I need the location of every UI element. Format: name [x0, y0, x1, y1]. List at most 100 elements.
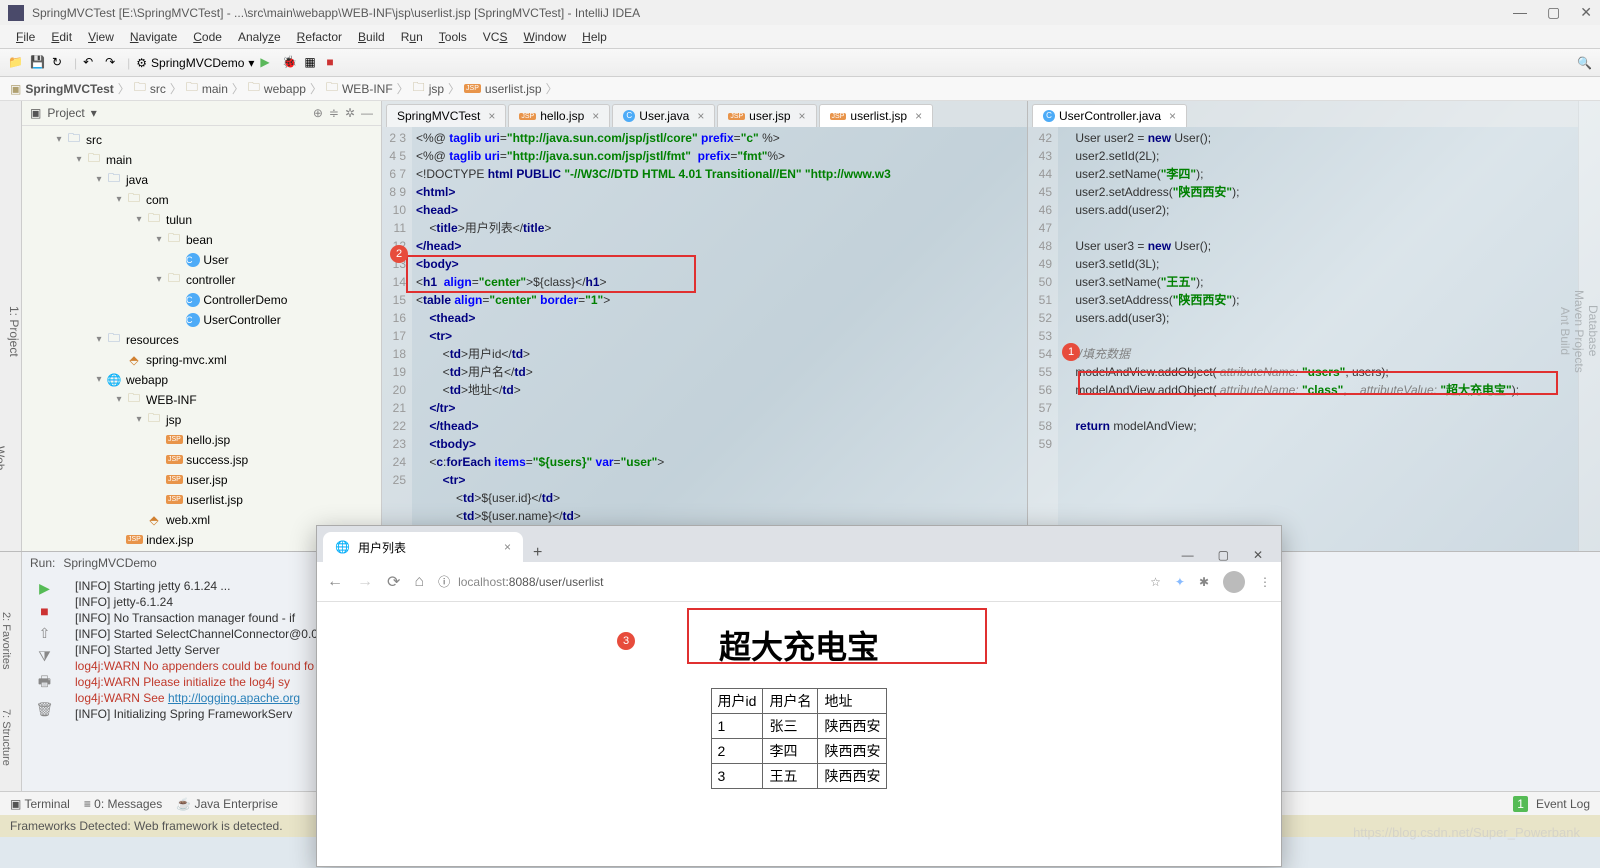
debug-icon[interactable]: 🐞 — [282, 55, 298, 71]
chevron-down-icon[interactable]: ▾ — [91, 106, 97, 120]
gutter-project[interactable]: 1: Project — [7, 117, 21, 545]
tree-java[interactable]: ▾🗀java — [22, 170, 381, 190]
avatar-icon[interactable] — [1223, 571, 1245, 593]
home-icon[interactable]: ⌂ — [414, 573, 424, 591]
tree-resources[interactable]: ▾🗀resources — [22, 330, 381, 350]
tree-tulun[interactable]: ▾🗀tulun — [22, 210, 381, 230]
menu-refactor[interactable]: Refactor — [289, 30, 350, 44]
tree-webapp[interactable]: ▾🌐webapp — [22, 370, 381, 390]
tree-controllerdemo[interactable]: C ControllerDemo — [22, 290, 381, 310]
menu-view[interactable]: View — [80, 30, 122, 44]
crumb-2[interactable]: main — [202, 82, 228, 96]
print-icon[interactable]: 🖶 — [38, 671, 51, 695]
browser-maximize-icon[interactable]: ▢ — [1218, 548, 1229, 562]
trash-icon[interactable]: 🗑 — [36, 701, 54, 718]
stop-icon[interactable]: ■ — [326, 55, 342, 71]
crumb-6[interactable]: userlist.jsp — [485, 82, 542, 96]
tree-src[interactable]: ▾🗀src — [22, 130, 381, 150]
menu-code[interactable]: Code — [185, 30, 230, 44]
tree-bean[interactable]: ▾🗀bean — [22, 230, 381, 250]
menu-build[interactable]: Build — [350, 30, 393, 44]
run-config-selector[interactable]: ⚙ SpringMVCDemo ▾ — [136, 56, 254, 70]
url-input[interactable]: ⓘ localhost:8088/user/userlist — [438, 573, 1136, 590]
menu-help[interactable]: Help — [574, 30, 615, 44]
back-icon[interactable]: ← — [327, 573, 343, 591]
editor-left-code[interactable]: 2 3 4 5 6 7 8 9 10 11 12 13 14 15 16 17 … — [382, 127, 1027, 551]
menu-icon[interactable]: ⋮ — [1259, 575, 1271, 589]
browser-minimize-icon[interactable]: — — [1182, 548, 1194, 562]
search-icon[interactable]: 🔍 — [1577, 56, 1592, 70]
hide-icon[interactable]: — — [361, 106, 373, 120]
rerun-icon[interactable]: ▶ — [39, 580, 50, 597]
gutter-web[interactable]: Web — [0, 371, 7, 545]
gear-icon[interactable]: ✲ — [345, 106, 355, 120]
code-body[interactable]: <%@ taglib uri="http://java.sun.com/jsp/… — [412, 127, 1027, 551]
tree-user[interactable]: C User — [22, 250, 381, 270]
up-icon[interactable]: ⇧ — [39, 625, 51, 642]
tree-usercontroller[interactable]: C UserController — [22, 310, 381, 330]
menu-window[interactable]: Window — [515, 30, 574, 44]
collapse-icon[interactable]: ≑ — [329, 106, 339, 120]
target-icon[interactable]: ⊕ — [313, 106, 323, 120]
tab-userlist[interactable]: JSPuserlist.jsp× — [819, 104, 934, 127]
tree-com[interactable]: ▾🗀com — [22, 190, 381, 210]
close-icon[interactable]: ✕ — [1580, 4, 1592, 21]
menu-vcs[interactable]: VCS — [475, 30, 516, 44]
tree-controller[interactable]: ▾🗀controller — [22, 270, 381, 290]
tab-userjsp[interactable]: JSPuser.jsp× — [717, 104, 816, 127]
table-row: 3王五陕西西安 — [711, 764, 887, 789]
crumb-1[interactable]: src — [150, 82, 166, 96]
tab-springmvctest[interactable]: SpringMVCTest× — [386, 104, 506, 127]
menu-tools[interactable]: Tools — [431, 30, 475, 44]
save-icon[interactable]: 💾 — [30, 55, 46, 71]
crumb-4[interactable]: WEB-INF — [342, 82, 393, 96]
crumb-0[interactable]: SpringMVCTest — [25, 82, 113, 96]
messages-btn[interactable]: ≡ 0: Messages — [84, 797, 162, 811]
browser-tab[interactable]: 🌐 用户列表 × — [323, 532, 523, 562]
menu-file[interactable]: FFileile — [8, 30, 43, 44]
menu-analyze[interactable]: Analyze — [230, 30, 289, 44]
browser-close-icon[interactable]: ✕ — [1253, 548, 1263, 562]
gutter-favorites[interactable]: 2: Favorites — [0, 552, 12, 669]
coverage-icon[interactable]: ▦ — [304, 55, 320, 71]
tree-webinf[interactable]: ▾🗀WEB-INF — [22, 390, 381, 410]
tab-usercontroller[interactable]: CUserController.java× — [1032, 104, 1187, 127]
maximize-icon[interactable]: ▢ — [1547, 4, 1560, 21]
star-icon[interactable]: ☆ — [1150, 575, 1161, 589]
open-icon[interactable]: 📁 — [8, 55, 24, 71]
minimize-icon[interactable]: — — [1513, 4, 1527, 21]
eventlog-btn[interactable]: Event Log — [1536, 797, 1590, 811]
tree-success[interactable]: JSP success.jsp — [22, 450, 381, 470]
extensions-icon[interactable]: ✱ — [1199, 575, 1209, 589]
reload-icon[interactable]: ⟳ — [387, 572, 400, 592]
run-icon[interactable]: ▶ — [260, 55, 276, 71]
new-tab-button[interactable]: + — [523, 544, 552, 562]
menu-run[interactable]: Run — [393, 30, 431, 44]
code-body[interactable]: User user2 = new User(); user2.setId(2L)… — [1058, 127, 1578, 551]
bird-icon[interactable]: ✦ — [1175, 575, 1185, 589]
crumb-3[interactable]: webapp — [264, 82, 306, 96]
crumb-5[interactable]: jsp — [429, 82, 444, 96]
redo-icon[interactable]: ↷ — [105, 55, 121, 71]
refresh-icon[interactable]: ↻ — [52, 55, 68, 71]
tree-hello[interactable]: JSP hello.jsp — [22, 430, 381, 450]
browser-tab-strip: 🌐 用户列表 × + — ▢ ✕ — [317, 526, 1281, 562]
tab-user[interactable]: CUser.java× — [612, 104, 715, 127]
filter-icon[interactable]: ⧩ — [38, 648, 51, 665]
tab-hello[interactable]: JSPhello.jsp× — [508, 104, 610, 127]
undo-icon[interactable]: ↶ — [83, 55, 99, 71]
editor-right-code[interactable]: 42 43 44 45 46 47 48 49 50 51 52 53 54 5… — [1028, 127, 1578, 551]
tree-userjsp[interactable]: JSP user.jsp — [22, 470, 381, 490]
tree-jsp[interactable]: ▾🗀jsp — [22, 410, 381, 430]
tree-userlist[interactable]: JSP userlist.jsp — [22, 490, 381, 510]
tree-main[interactable]: ▾🗀main — [22, 150, 381, 170]
tree-springmvc[interactable]: ⬘spring-mvc.xml — [22, 350, 381, 370]
forward-icon[interactable]: → — [357, 573, 373, 591]
menu-edit[interactable]: Edit — [43, 30, 80, 44]
java-ee-btn[interactable]: ☕ Java Enterprise — [176, 797, 278, 811]
terminal-btn[interactable]: ▣ Terminal — [10, 797, 70, 811]
stop-icon[interactable]: ■ — [40, 603, 48, 619]
menu-navigate[interactable]: Navigate — [122, 30, 185, 44]
gutter-structure[interactable]: 7: Structure — [0, 669, 12, 766]
close-tab-icon[interactable]: × — [504, 540, 511, 554]
